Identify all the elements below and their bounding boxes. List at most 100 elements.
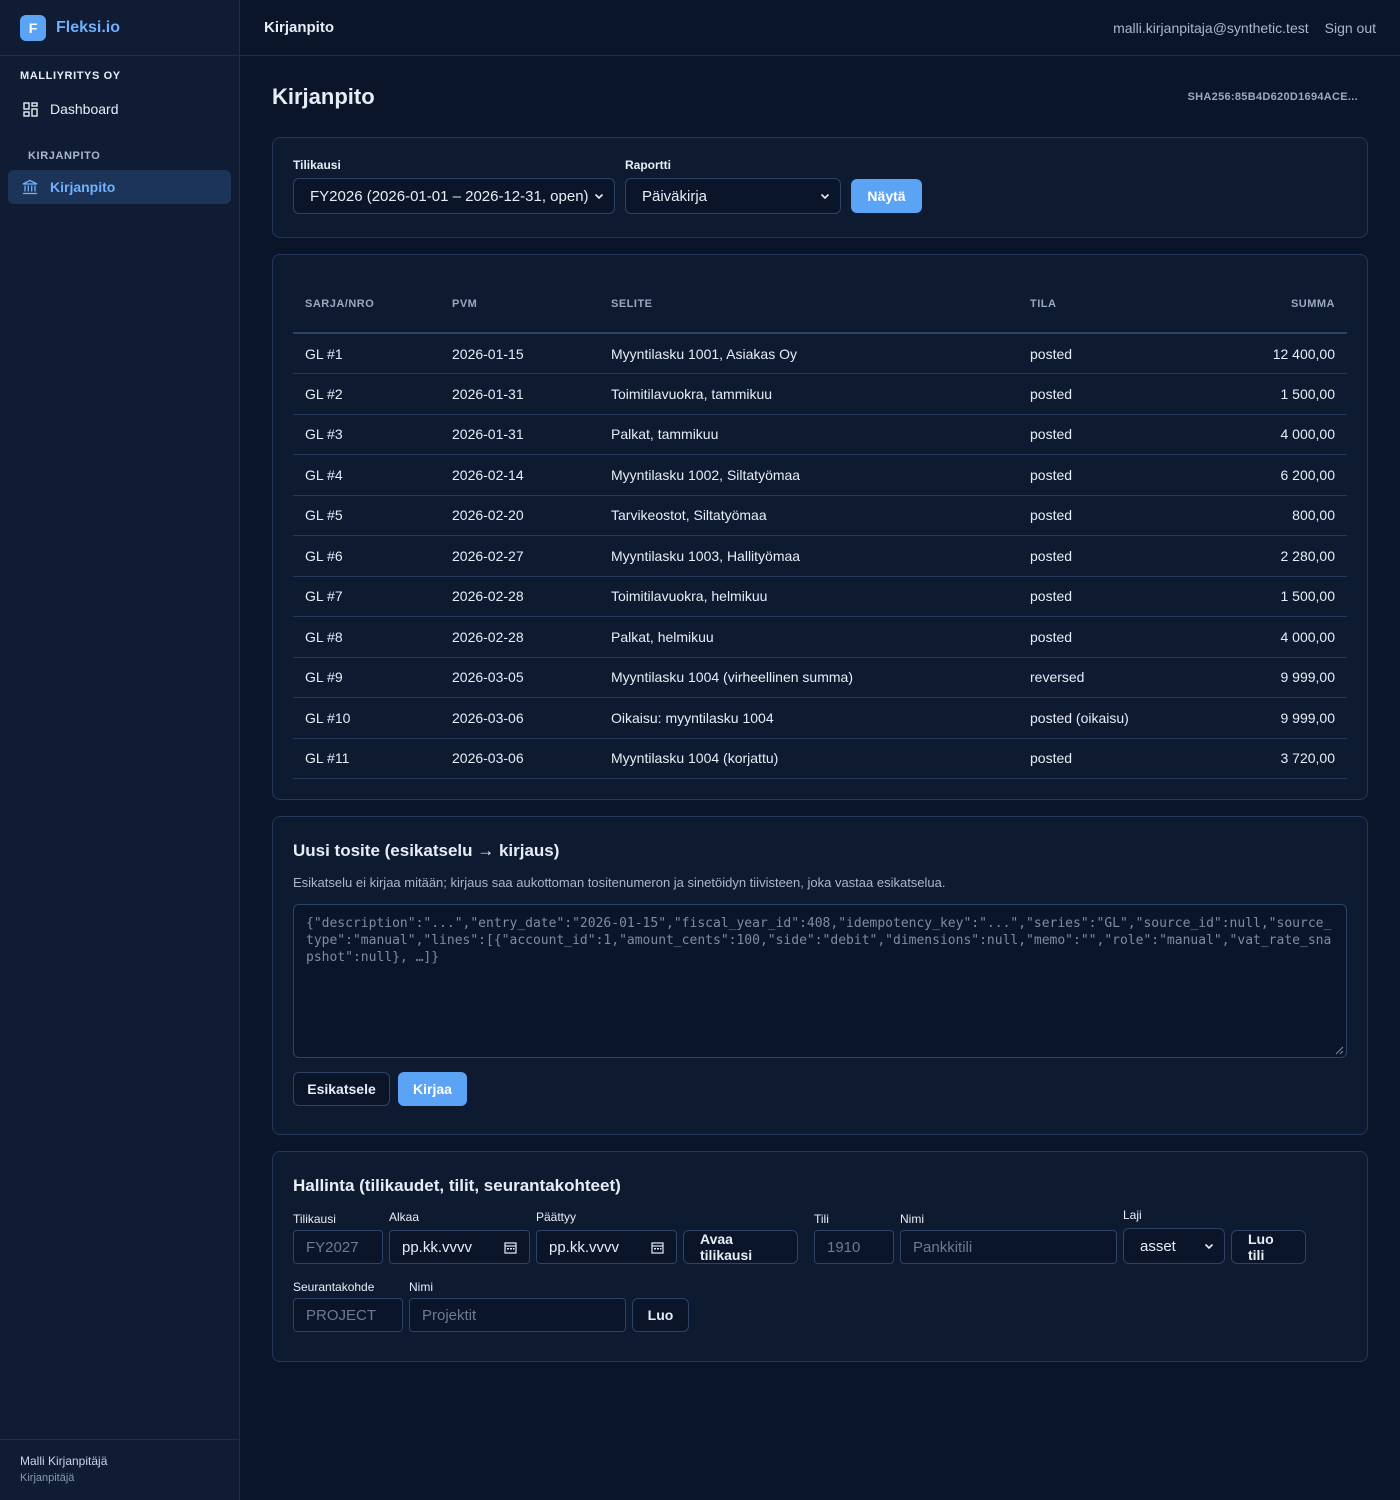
- cell-amount: 1 500,00: [1211, 576, 1347, 617]
- cell-description: Tarvikeostot, Siltatyömaa: [599, 495, 1018, 536]
- fiscal-year-field: Tilikausi FY2026 (2026-01-01 – 2026-12-3…: [293, 158, 615, 214]
- start-date-input[interactable]: pp.kk.vvvv: [389, 1230, 530, 1264]
- brand-logo: F: [20, 14, 46, 41]
- table-row[interactable]: GL #4 2026-02-14 Myyntilasku 1002, Siltaty…: [293, 454, 1347, 496]
- account-type-field: Laji asset: [1123, 1208, 1225, 1264]
- resize-handle-icon[interactable]: [1334, 1045, 1344, 1055]
- cell-status: posted: [1018, 576, 1212, 617]
- cell-series: GL #6: [293, 535, 440, 577]
- user-panel: Malli Kirjanpitäjä Kirjanpitäjä: [0, 1439, 239, 1500]
- cell-status: posted (oikaisu): [1018, 697, 1212, 739]
- table-row[interactable]: GL #2 2026-01-31 Toimitilavuokra, tammikuu…: [293, 373, 1347, 415]
- table-row[interactable]: GL #11 2026-03-06 Myyntilasku 1004 (korjat…: [293, 738, 1347, 779]
- fiscal-year-name-label: Tilikausi: [293, 1212, 336, 1226]
- cell-date: 2026-03-06: [440, 697, 599, 739]
- cell-description: Myyntilasku 1004 (virheellinen summa): [599, 657, 1018, 698]
- sidebar-item-dashboard[interactable]: Dashboard: [8, 92, 231, 126]
- dimension-code-label: Seurantakohde: [293, 1280, 375, 1294]
- end-date-input[interactable]: pp.kk.vvvv: [536, 1230, 677, 1264]
- dimension-code-input[interactable]: PROJECT: [293, 1298, 403, 1332]
- account-number-label: Tili: [814, 1212, 829, 1226]
- topbar: Kirjanpito malli.kirjanpitaja@synthetic.…: [240, 0, 1400, 56]
- table-row[interactable]: GL #1 2026-01-15 Myyntilasku 1001, Asiakas…: [293, 333, 1347, 374]
- cell-date: 2026-01-31: [440, 373, 599, 415]
- cell-series: GL #1: [293, 333, 440, 374]
- cell-description: Oikaisu: myyntilasku 1004: [599, 697, 1018, 739]
- fiscal-year-name-input[interactable]: FY2027: [293, 1230, 383, 1264]
- chevron-down-icon: [820, 193, 830, 200]
- calendar-icon: [504, 1241, 517, 1254]
- table-row[interactable]: GL #6 2026-02-27 Myyntilasku 1003, Hallity…: [293, 535, 1347, 577]
- brand[interactable]: F Fleksi.io: [0, 0, 239, 56]
- end-date-label: Päättyy: [536, 1210, 577, 1224]
- dimension-name-field: Nimi Projektit: [409, 1280, 626, 1332]
- cell-description: Palkat, helmikuu: [599, 616, 1018, 658]
- table-row[interactable]: GL #5 2026-02-20 Tarvikeostot, Siltatyömaa…: [293, 495, 1347, 536]
- show-report-button[interactable]: Näytä: [851, 179, 922, 213]
- cell-amount: 6 200,00: [1211, 454, 1347, 496]
- cell-amount: 4 000,00: [1211, 414, 1347, 455]
- cell-date: 2026-03-05: [440, 657, 599, 698]
- sidebar: F Fleksi.io MALLIYRITYS OY Dashboard KIR…: [0, 0, 240, 1500]
- cell-description: Toimitilavuokra, tammikuu: [599, 373, 1018, 415]
- fiscal-year-select[interactable]: FY2026 (2026-01-01 – 2026-12-31, open): [293, 178, 615, 214]
- journal-body: GL #1 2026-01-15 Myyntilasku 1001, Asiakas…: [293, 333, 1347, 779]
- dashboard-icon: [22, 101, 38, 117]
- cell-status: posted: [1018, 333, 1212, 374]
- table-row[interactable]: GL #7 2026-02-28 Toimitilavuokra, helmikuu…: [293, 576, 1347, 617]
- table-row[interactable]: GL #10 2026-03-06 Oikaisu: myyntilasku 100…: [293, 697, 1347, 739]
- sign-out-link[interactable]: Sign out: [1325, 20, 1376, 36]
- account-number-input[interactable]: 1910: [814, 1230, 894, 1264]
- cell-date: 2026-03-06: [440, 738, 599, 779]
- report-select[interactable]: Päiväkirja: [625, 178, 841, 214]
- entry-json-textarea[interactable]: {"description":"...","entry_date":"2026-…: [293, 904, 1347, 1058]
- ledger-hash: SHA256:85B4D620D1694ACE...: [1187, 90, 1358, 103]
- cell-amount: 12 400,00: [1211, 333, 1347, 374]
- cell-status: posted: [1018, 495, 1212, 536]
- cell-status: posted: [1018, 454, 1212, 496]
- col-status: TILA: [1018, 275, 1212, 334]
- cell-description: Toimitilavuokra, helmikuu: [599, 576, 1018, 617]
- user-email: malli.kirjanpitaja@synthetic.test: [1113, 19, 1309, 36]
- cell-series: GL #5: [293, 495, 440, 536]
- open-fiscal-year-button[interactable]: Avaa tilikausi: [683, 1230, 798, 1264]
- table-row[interactable]: GL #3 2026-01-31 Palkat, tammikuu posted 4 0…: [293, 414, 1347, 455]
- dimension-name-input[interactable]: Projektit: [409, 1298, 626, 1332]
- page-title: Kirjanpito: [272, 83, 375, 109]
- cell-date: 2026-02-28: [440, 576, 599, 617]
- topbar-user: malli.kirjanpitaja@synthetic.test Sign o…: [1113, 20, 1376, 36]
- cell-date: 2026-02-27: [440, 535, 599, 577]
- cell-status: posted: [1018, 738, 1212, 779]
- create-dimension-button[interactable]: Luo: [632, 1298, 689, 1332]
- account-type-select[interactable]: asset: [1123, 1228, 1225, 1264]
- account-type-label: Laji: [1123, 1208, 1142, 1222]
- cell-description: Myyntilasku 1003, Hallityömaa: [599, 535, 1018, 577]
- admin-title: Hallinta (tilikaudet, tilit, seurantakoh…: [293, 1176, 621, 1195]
- table-row[interactable]: GL #9 2026-03-05 Myyntilasku 1004 (virheel…: [293, 657, 1347, 698]
- cell-date: 2026-02-20: [440, 495, 599, 536]
- cell-date: 2026-01-31: [440, 414, 599, 455]
- cell-status: reversed: [1018, 657, 1212, 698]
- user-role: Kirjanpitäjä: [20, 1472, 75, 1484]
- table-row[interactable]: GL #8 2026-02-28 Palkat, helmikuu posted 4 0…: [293, 616, 1347, 658]
- dimension-name-label: Nimi: [409, 1280, 433, 1294]
- topbar-title: Kirjanpito: [264, 19, 334, 36]
- cell-amount: 4 000,00: [1211, 616, 1347, 658]
- cell-series: GL #8: [293, 616, 440, 658]
- col-amount: SUMMA: [1211, 275, 1347, 334]
- new-entry-description: Esikatselu ei kirjaa mitään; kirjaus saa…: [293, 875, 946, 890]
- cell-description: Myyntilasku 1004 (korjattu): [599, 738, 1018, 779]
- cell-status: posted: [1018, 414, 1212, 455]
- cell-series: GL #3: [293, 414, 440, 455]
- col-series: SARJA/NRO: [293, 275, 440, 334]
- post-button[interactable]: Kirjaa: [398, 1072, 467, 1106]
- sidebar-item-kirjanpito[interactable]: Kirjanpito: [8, 170, 231, 204]
- cell-date: 2026-02-28: [440, 616, 599, 658]
- cell-series: GL #7: [293, 576, 440, 617]
- cell-status: posted: [1018, 616, 1212, 658]
- preview-button[interactable]: Esikatsele: [293, 1072, 390, 1106]
- cell-series: GL #11: [293, 738, 440, 779]
- create-account-button[interactable]: Luo tili: [1231, 1230, 1306, 1264]
- cell-description: Myyntilasku 1002, Siltatyömaa: [599, 454, 1018, 496]
- account-name-input[interactable]: Pankkitili: [900, 1230, 1117, 1264]
